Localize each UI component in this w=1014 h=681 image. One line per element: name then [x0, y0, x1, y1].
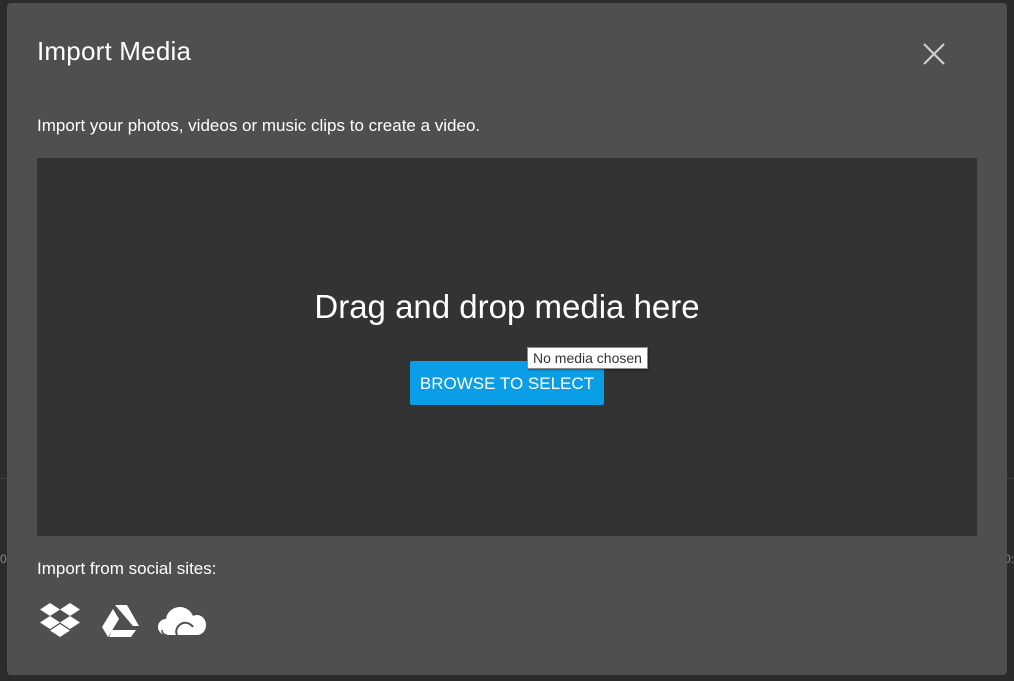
dropbox-button[interactable]	[39, 601, 81, 646]
close-button[interactable]	[919, 39, 949, 69]
dialog-subtitle: Import your photos, videos or music clip…	[37, 116, 481, 135]
import-media-dialog: Import Media Import your photos, videos …	[7, 3, 1007, 675]
google-drive-icon	[102, 605, 139, 637]
dropbox-icon	[40, 603, 80, 637]
drop-zone[interactable]: Drag and drop media here BROWSE TO SELEC…	[37, 158, 977, 536]
google-drive-button[interactable]	[101, 601, 141, 646]
backdrop-timecode-left: 0	[0, 552, 7, 566]
no-media-tooltip: No media chosen	[527, 347, 648, 369]
dialog-title: Import Media	[37, 36, 192, 66]
onedrive-button[interactable]	[157, 601, 207, 646]
close-icon	[923, 43, 945, 65]
social-import-label: Import from social sites:	[37, 559, 217, 578]
drop-prompt: Drag and drop media here	[314, 288, 700, 325]
onedrive-icon	[158, 607, 206, 636]
